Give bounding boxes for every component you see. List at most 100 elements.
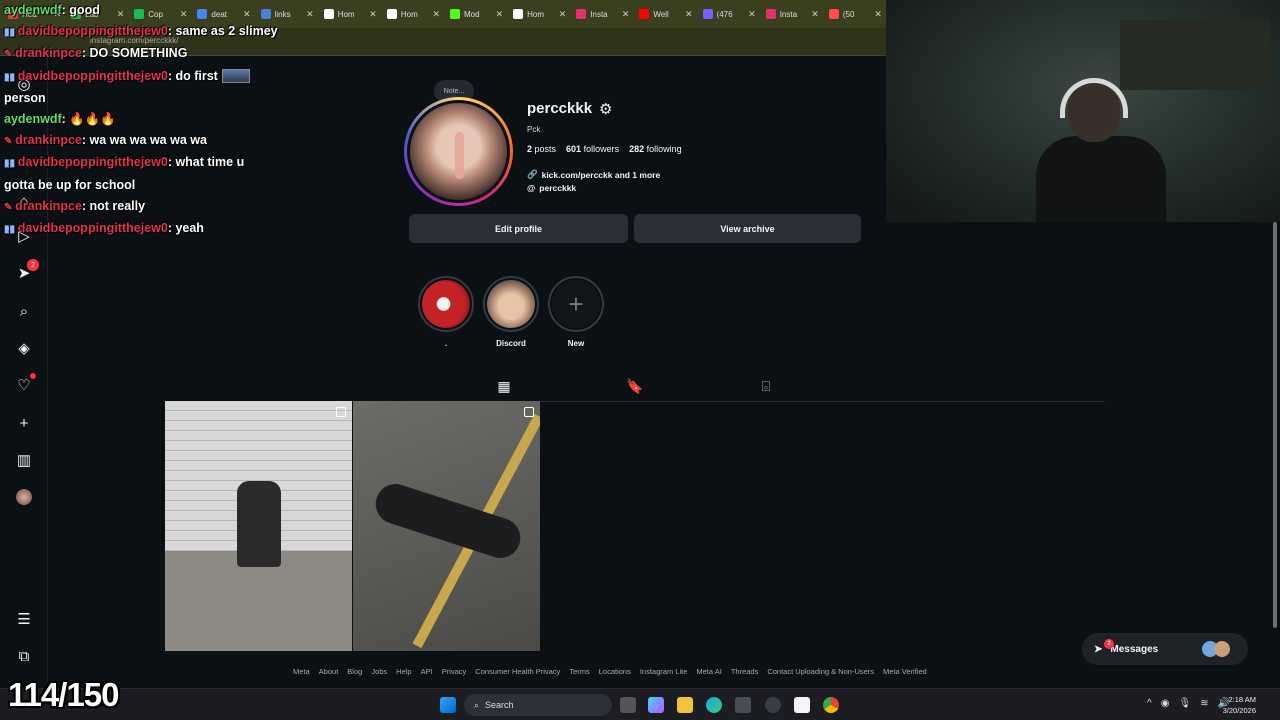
dashboard-icon[interactable]: ▥ bbox=[14, 450, 34, 470]
footer-link[interactable]: Locations bbox=[599, 667, 631, 676]
footer-link[interactable]: Privacy bbox=[442, 667, 467, 676]
profile-avatar-icon[interactable] bbox=[14, 487, 34, 507]
chevron-up-icon[interactable]: ^ bbox=[1147, 698, 1152, 709]
page-scrollbar[interactable] bbox=[1270, 222, 1280, 628]
carousel-icon bbox=[524, 407, 534, 417]
file-explorer-icon[interactable] bbox=[677, 697, 693, 713]
footer-link[interactable]: Meta AI bbox=[696, 667, 721, 676]
close-tab-icon[interactable]: ✕ bbox=[496, 9, 504, 20]
chrome-icon[interactable] bbox=[823, 697, 839, 713]
chat-message: ▮▮ davidbepoppingitthejew0: same as 2 sl… bbox=[4, 24, 278, 39]
store-icon[interactable] bbox=[735, 697, 751, 713]
footer-link[interactable]: Blog bbox=[347, 667, 362, 676]
taskbar-search[interactable]: ⌕ Search bbox=[464, 694, 612, 716]
highlight-item[interactable]: Discord bbox=[483, 276, 539, 348]
tagged-icon[interactable]: ⌻ bbox=[746, 378, 786, 395]
new-highlight-button[interactable]: + New bbox=[548, 276, 604, 348]
close-tab-icon[interactable]: ✕ bbox=[432, 9, 440, 20]
highlight-item[interactable]: . bbox=[418, 276, 474, 348]
tab-label: Insta bbox=[590, 9, 608, 19]
browser-tab[interactable]: Insta ✕ bbox=[762, 3, 823, 25]
chat-text: do first bbox=[175, 68, 218, 83]
wifi-icon[interactable]: ≋ bbox=[1200, 698, 1208, 709]
followers-stat[interactable]: 601 followers bbox=[566, 144, 619, 154]
explore-icon[interactable]: ◈ bbox=[14, 338, 34, 358]
messages-nav-icon[interactable]: ➤ 2 bbox=[14, 259, 39, 283]
post-thumbnail[interactable] bbox=[353, 401, 540, 651]
create-icon[interactable]: + bbox=[14, 413, 34, 433]
chat-username[interactable]: davidbepoppingitthejew0 bbox=[18, 221, 168, 235]
chat-username[interactable]: drankinpce bbox=[15, 133, 82, 147]
view-archive-button[interactable]: View archive bbox=[634, 214, 861, 243]
footer-link[interactable]: Help bbox=[396, 667, 411, 676]
menu-icon[interactable]: ☰ bbox=[14, 609, 34, 629]
browser-tab[interactable]: (50 ✕ bbox=[825, 3, 886, 25]
gear-icon[interactable]: ⚙ bbox=[599, 100, 612, 118]
webcam-feed bbox=[886, 0, 1280, 222]
chat-text: wa wa wa wa wa wa bbox=[89, 133, 207, 148]
close-tab-icon[interactable]: ✕ bbox=[369, 9, 377, 20]
following-stat[interactable]: 282 following bbox=[629, 144, 682, 154]
chat-username[interactable]: davidbepoppingitthejew0 bbox=[18, 155, 168, 169]
heart-icon[interactable]: ♡ bbox=[14, 373, 36, 395]
footer-link[interactable]: Terms bbox=[569, 667, 589, 676]
subscriber-badge-icon: ▮▮ bbox=[4, 71, 18, 83]
posts-grid-icon[interactable]: ▦ bbox=[482, 378, 526, 405]
footer-link[interactable]: Consumer Health Privacy bbox=[475, 667, 560, 676]
browser-tab[interactable]: Insta ✕ bbox=[572, 3, 633, 25]
edge-icon[interactable] bbox=[706, 697, 722, 713]
footer-link[interactable]: Contact Uploading & Non-Users bbox=[767, 667, 874, 676]
messages-button[interactable]: ➤ 2 Messages bbox=[1082, 633, 1248, 665]
messages-badge: 2 bbox=[1104, 639, 1114, 649]
footer-link[interactable]: About bbox=[319, 667, 339, 676]
streamer bbox=[1036, 78, 1166, 222]
threads-link[interactable]: @ percckkk bbox=[527, 183, 576, 193]
post-thumbnail[interactable] bbox=[165, 401, 352, 651]
task-view-icon[interactable] bbox=[620, 697, 636, 713]
scrollbar-thumb[interactable] bbox=[1273, 222, 1277, 628]
search-icon[interactable]: ⌕ bbox=[14, 301, 34, 321]
close-tab-icon[interactable]: ✕ bbox=[874, 9, 882, 20]
browser-tab[interactable]: Mod ✕ bbox=[446, 3, 507, 25]
chat-username[interactable]: drankinpce bbox=[15, 46, 82, 60]
windows-start-icon[interactable] bbox=[440, 697, 456, 713]
close-tab-icon[interactable]: ✕ bbox=[748, 9, 756, 20]
chat-username[interactable]: davidbepoppingitthejew0 bbox=[18, 69, 168, 83]
close-tab-icon[interactable]: ✕ bbox=[811, 9, 819, 20]
saved-bookmark-icon[interactable]: 🔖 bbox=[615, 378, 655, 395]
browser-tab[interactable]: (476 ✕ bbox=[699, 3, 760, 25]
footer-link[interactable]: Jobs bbox=[371, 667, 387, 676]
chat-message: ▮▮ davidbepoppingitthejew0: what time ug… bbox=[4, 155, 245, 192]
edit-profile-button[interactable]: Edit profile bbox=[409, 214, 628, 243]
chat-text: good bbox=[69, 3, 100, 17]
chat-username[interactable]: drankinpce bbox=[15, 199, 82, 213]
profile-link[interactable]: 🔗 kick.com/percckk and 1 more bbox=[527, 169, 660, 180]
profile-avatar[interactable] bbox=[404, 97, 513, 206]
meta-apps-icon[interactable]: ⧉ bbox=[14, 646, 34, 666]
copilot-icon[interactable] bbox=[648, 697, 664, 713]
microphone-icon[interactable]: 🎙 bbox=[1178, 698, 1191, 709]
chat-username[interactable]: davidbepoppingitthejew0 bbox=[18, 24, 168, 38]
close-tab-icon[interactable]: ✕ bbox=[559, 9, 567, 20]
footer-link[interactable]: Instagram Lite bbox=[640, 667, 688, 676]
browser-tab[interactable]: Hom ✕ bbox=[509, 3, 570, 25]
stream-chat-overlay: aydenwdf: good ▮▮ davidbepoppingitthejew0… bbox=[4, 0, 334, 240]
browser-tab[interactable]: Well ✕ bbox=[635, 3, 696, 25]
chat-text: what time u bbox=[175, 155, 245, 170]
footer-link[interactable]: Meta bbox=[293, 667, 310, 676]
footer-link[interactable]: API bbox=[421, 667, 433, 676]
steam-icon[interactable] bbox=[765, 697, 781, 713]
browser-tab[interactable]: Hom ✕ bbox=[383, 3, 444, 25]
chat-username[interactable]: aydenwdf bbox=[4, 112, 62, 126]
chat-username[interactable]: aydenwdf bbox=[4, 3, 62, 17]
headphones bbox=[1060, 78, 1128, 118]
footer-link[interactable]: Threads bbox=[731, 667, 759, 676]
network-icon[interactable]: ◉ bbox=[1161, 698, 1170, 709]
chat-text: gotta be up for school bbox=[4, 177, 136, 192]
profile-full-name: Pck bbox=[527, 125, 541, 134]
footer-link[interactable]: Meta Verified bbox=[883, 667, 927, 676]
system-clock[interactable]: 2:18 AM 3/20/2026 bbox=[1223, 694, 1256, 716]
close-tab-icon[interactable]: ✕ bbox=[685, 9, 693, 20]
app-icon[interactable] bbox=[794, 697, 810, 713]
close-tab-icon[interactable]: ✕ bbox=[622, 9, 630, 20]
